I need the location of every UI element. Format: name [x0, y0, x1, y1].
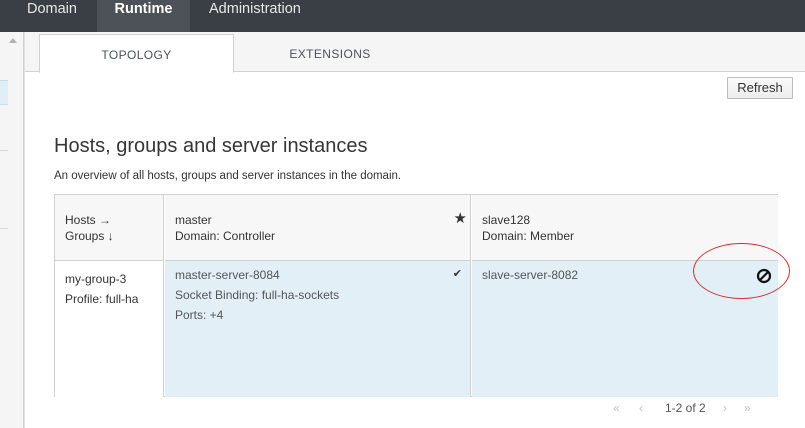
scroll-up-icon[interactable]	[9, 38, 17, 43]
host-name: slave128	[482, 213, 531, 227]
grid-corner-header: Hosts → Groups ↓	[55, 195, 164, 261]
prev-page-icon[interactable]: ‹	[639, 401, 643, 415]
host-name: master	[175, 213, 212, 227]
annotation-circle	[693, 243, 790, 299]
server-cell-master[interactable]: master-server-8084 Socket Binding: full-…	[165, 261, 471, 397]
rail-divider	[0, 150, 8, 151]
server-name: slave-server-8082	[482, 268, 579, 282]
page-description: An overview of all hosts, groups and ser…	[54, 170, 402, 182]
host-role: Domain: Member	[482, 229, 575, 243]
server-name: master-server-8084	[175, 268, 280, 282]
next-page-icon[interactable]: ›	[723, 401, 727, 415]
star-icon: ★	[453, 210, 467, 227]
host-header-master[interactable]: master Domain: Controller ★	[165, 195, 471, 261]
tab-topology[interactable]: TOPOLOGY	[39, 34, 234, 73]
check-icon: ✔	[452, 268, 462, 280]
group-profile: Profile: full-ha	[65, 292, 139, 306]
page-range-label: 1-2 of 2	[665, 401, 706, 415]
last-page-icon[interactable]: »	[744, 401, 751, 415]
top-navigation: Domain Runtime Administration	[0, 0, 805, 32]
rail-divider	[0, 228, 8, 229]
host-role: Domain: Controller	[175, 229, 276, 243]
tab-extensions[interactable]: EXTENSIONS	[235, 34, 425, 73]
refresh-button[interactable]: Refresh	[727, 77, 793, 99]
nav-runtime[interactable]: Runtime	[97, 0, 190, 32]
server-ports: Ports: +4	[175, 308, 224, 322]
page-title: Hosts, groups and server instances	[54, 135, 368, 157]
group-row-header[interactable]: my-group-3 Profile: full-ha	[55, 261, 164, 397]
tab-bar: TOPOLOGY EXTENSIONS	[25, 32, 805, 73]
content-edge	[24, 32, 25, 428]
rail-selected-item[interactable]	[0, 80, 8, 105]
nav-administration[interactable]: Administration	[209, 0, 301, 32]
nav-domain[interactable]: Domain	[27, 0, 77, 32]
hosts-axis-label: Hosts →	[65, 213, 112, 227]
groups-axis-label: Groups ↓	[65, 229, 114, 243]
server-socket-binding: Socket Binding: full-ha-sockets	[175, 288, 340, 302]
group-name: my-group-3	[65, 272, 127, 286]
pagination: « ‹ 1-2 of 2 › »	[611, 401, 761, 417]
topology-grid: Hosts → Groups ↓ master Domain: Controll…	[54, 194, 778, 397]
first-page-icon[interactable]: «	[613, 401, 620, 415]
